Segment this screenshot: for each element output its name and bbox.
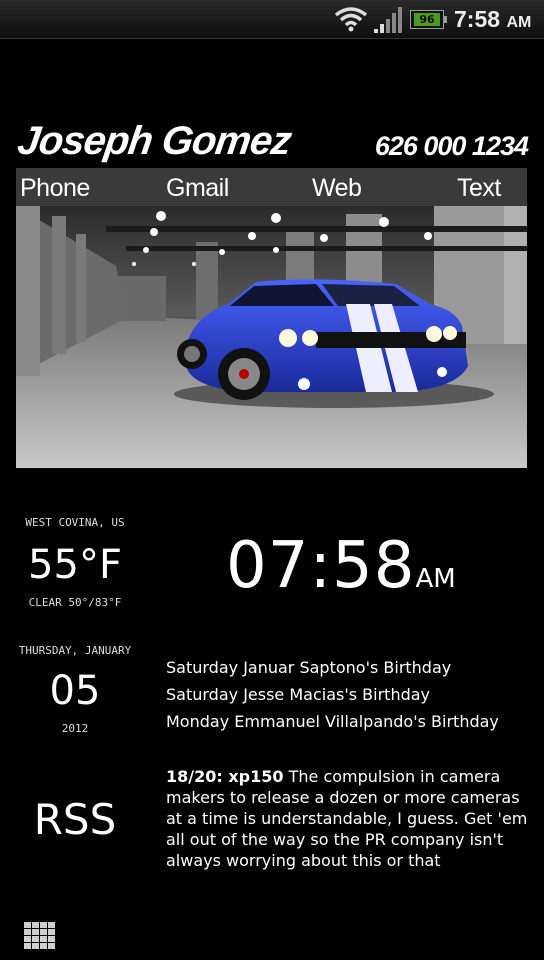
date-year: 2012 [61, 722, 89, 735]
status-time-ampm: AM [506, 14, 532, 31]
date-weekday-month: THURSDAY, JANUARY [18, 644, 132, 657]
clock-ampm: AM [415, 564, 456, 594]
battery-level: 96 [414, 13, 440, 26]
weather-location: WEST COVINA, US [25, 516, 125, 529]
battery-icon: 96 [410, 10, 447, 29]
status-time: 7:58 AM [454, 5, 531, 37]
calendar-event[interactable]: Saturday Jesse Macias's Birthday [166, 681, 536, 708]
web-button[interactable]: Web [312, 168, 362, 206]
app-drawer-icon[interactable] [24, 922, 56, 950]
weather-condition: CLEAR 50°/83°F [28, 596, 122, 609]
rss-item[interactable]: 18/20: xp150 The compulsion in camera ma… [166, 766, 536, 871]
clock-time: 07:58 [226, 529, 416, 603]
rss-item-title: 18/20: xp150 [166, 767, 284, 786]
calendar-events: Saturday Januar Saptono's Birthday Satur… [166, 654, 536, 735]
phone-button[interactable]: Phone [20, 168, 90, 206]
clock-widget[interactable]: 07:58AM [226, 528, 456, 617]
contact-photo[interactable] [16, 206, 527, 468]
text-button[interactable]: Text [457, 168, 501, 206]
contact-name[interactable]: Joseph Gomez [15, 118, 294, 164]
calendar-event[interactable]: Monday Emmanuel Villalpando's Birthday [166, 708, 536, 735]
calendar-event[interactable]: Saturday Januar Saptono's Birthday [166, 654, 536, 681]
status-bar: 96 7:58 AM [0, 0, 544, 39]
wifi-icon [334, 7, 368, 32]
status-time-value: 7:58 [454, 6, 501, 32]
date-day[interactable]: 05 [0, 666, 150, 716]
gmail-button[interactable]: Gmail [166, 168, 229, 206]
signal-icon [374, 7, 402, 33]
car-photo-illustration [16, 206, 527, 468]
contact-action-bar: Phone Gmail Web Text [16, 168, 527, 206]
weather-temperature[interactable]: 55°F [0, 540, 150, 590]
contact-number[interactable]: 626 000 1234 [375, 130, 529, 162]
rss-label[interactable]: RSS [0, 794, 150, 846]
